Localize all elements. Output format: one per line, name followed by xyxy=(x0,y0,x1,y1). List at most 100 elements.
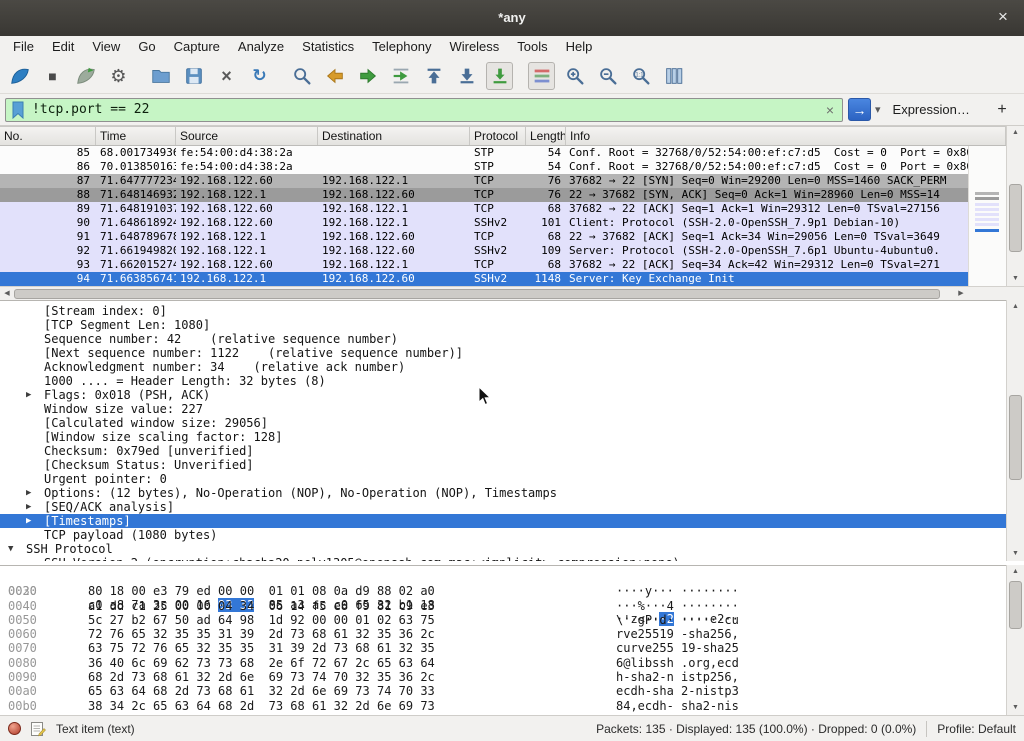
detail-row[interactable]: Urgent pointer: 0 xyxy=(0,472,1006,486)
open-file-button[interactable] xyxy=(147,62,174,90)
scroll-down-icon[interactable]: ▼ xyxy=(1007,547,1024,561)
detail-row[interactable]: [Stream index: 0] xyxy=(0,304,1006,318)
scroll-up-icon[interactable]: ▲ xyxy=(1007,565,1024,579)
expander-icon[interactable]: ▶ xyxy=(26,514,31,528)
expander-icon[interactable]: ▶ xyxy=(26,500,31,514)
scroll-down-icon[interactable]: ▼ xyxy=(1007,701,1024,715)
menu-analyze[interactable]: Analyze xyxy=(229,36,293,58)
detail-row-seq-ack[interactable]: ▶[SEQ/ACK analysis] xyxy=(0,500,1006,514)
hex-ascii[interactable]: rve25519 -sha256, xyxy=(616,627,739,641)
hex-row-0020[interactable]: 0020 c0 a8 7a 3c 00 16 93 32 85 a3 ac c0… xyxy=(0,570,1006,584)
detail-row[interactable]: Sequence number: 42 (relative sequence n… xyxy=(0,332,1006,346)
titlebar[interactable]: *any × xyxy=(0,0,1024,36)
scroll-up-icon[interactable]: ▲ xyxy=(1007,300,1024,314)
packet-row-93[interactable]: 9371.662015274192.168.122.60192.168.122.… xyxy=(0,258,968,272)
status-profile[interactable]: Profile: Default xyxy=(937,722,1016,736)
detail-row-timestamps-selected[interactable]: ▶[Timestamps] xyxy=(0,514,1006,528)
go-to-bottom-button[interactable] xyxy=(453,62,480,90)
detail-row-options[interactable]: ▶Options: (12 bytes), No-Operation (NOP)… xyxy=(0,486,1006,500)
hex-bytes[interactable]: 68 2d 73 68 61 32 2d 6e 69 73 74 70 32 3… xyxy=(88,670,435,684)
scroll-down-icon[interactable]: ▼ xyxy=(1007,272,1024,286)
packet-list-hscroll-thumb[interactable] xyxy=(14,289,940,299)
detail-row[interactable]: [Checksum Status: Unverified] xyxy=(0,458,1006,472)
detail-row[interactable]: Checksum: 0x79ed [unverified] xyxy=(0,444,1006,458)
packet-list-hscrollbar[interactable]: ◀ ▶ xyxy=(0,286,968,300)
detail-row[interactable]: [Calculated window size: 29056] xyxy=(0,416,1006,430)
packet-list-scroll-thumb[interactable] xyxy=(1009,184,1022,252)
hex-bytes[interactable]: 80 18 00 e3 79 ed 00 00 01 01 08 0a d9 8… xyxy=(88,584,435,598)
hex-ascii[interactable]: 84,ecdh- sha2-nis xyxy=(616,699,739,713)
packet-row-88[interactable]: 8871.648146932192.168.122.1192.168.122.6… xyxy=(0,188,968,202)
detail-row-flags[interactable]: ▶Flags: 0x018 (PSH, ACK) xyxy=(0,388,1006,402)
close-file-button[interactable]: × xyxy=(213,62,240,90)
menu-wireless[interactable]: Wireless xyxy=(440,36,508,58)
col-destination[interactable]: Destination xyxy=(318,127,470,145)
hex-row-00b0[interactable]: 00b038 34 2c 65 63 64 68 2d 73 68 61 32 … xyxy=(0,699,1006,713)
capture-comment-icon[interactable] xyxy=(30,721,46,737)
go-to-top-button[interactable] xyxy=(420,62,447,90)
hex-row-0060[interactable]: 006072 76 65 32 35 35 31 39 2d 73 68 61 … xyxy=(0,627,1006,641)
stop-capture-button[interactable]: ■ xyxy=(39,62,66,90)
expander-icon[interactable]: ▼ xyxy=(8,542,13,556)
detail-row[interactable]: SSH Version 2 (encryption:chacha20-poly1… xyxy=(0,556,1006,561)
hex-row-0090[interactable]: 009068 2d 73 68 61 32 2d 6e 69 73 74 70 … xyxy=(0,670,1006,684)
scroll-right-icon[interactable]: ▶ xyxy=(954,287,968,300)
packet-list-vscrollbar[interactable]: ▲ ▼ xyxy=(1006,126,1024,286)
restart-capture-button[interactable] xyxy=(72,62,99,90)
packet-row-89[interactable]: 8971.648191037192.168.122.60192.168.122.… xyxy=(0,202,968,216)
scroll-left-icon[interactable]: ◀ xyxy=(0,287,14,300)
detail-row[interactable]: 1000 .... = Header Length: 32 bytes (8) xyxy=(0,374,1006,388)
expander-icon[interactable]: ▶ xyxy=(26,388,31,402)
go-to-packet-button[interactable] xyxy=(387,62,414,90)
expert-info-icon[interactable] xyxy=(8,722,21,735)
hex-row-00a0[interactable]: 00a065 63 64 68 2d 73 68 61 32 2d 6e 69 … xyxy=(0,684,1006,698)
packet-row-86[interactable]: 8670.013850163fe:54:00:d4:38:2aSTP54Conf… xyxy=(0,160,968,174)
detail-row[interactable]: Acknowledgment number: 34 (relative ack … xyxy=(0,360,1006,374)
detail-row[interactable]: Window size value: 227 xyxy=(0,402,1006,416)
hex-vscrollbar[interactable]: ▲ ▼ xyxy=(1006,565,1024,715)
detail-row-ssh-protocol[interactable]: ▼SSH Protocol xyxy=(0,542,1006,556)
hex-scroll-thumb[interactable] xyxy=(1009,581,1022,629)
hex-ascii[interactable]: curve255 19-sha25 xyxy=(616,641,739,655)
filter-bookmark-icon[interactable] xyxy=(11,101,25,119)
hex-row-0070[interactable]: 007063 75 72 76 65 32 35 35 31 39 2d 73 … xyxy=(0,641,1006,655)
packet-row-87[interactable]: 8771.647777234192.168.122.60192.168.122.… xyxy=(0,174,968,188)
menu-telephony[interactable]: Telephony xyxy=(363,36,440,58)
hex-ascii[interactable]: \'·gP·d· ······cu xyxy=(616,613,739,627)
zoom-out-button[interactable] xyxy=(594,62,621,90)
packet-list-minimap[interactable] xyxy=(968,146,1006,286)
packet-row-90[interactable]: 9071.648618924192.168.122.60192.168.122.… xyxy=(0,216,968,230)
detail-row[interactable]: [Window size scaling factor: 128] xyxy=(0,430,1006,444)
expression-button[interactable]: Expression… xyxy=(893,102,970,117)
hex-ascii[interactable]: ····y··· ········ xyxy=(616,584,739,598)
packet-row-92[interactable]: 9271.661949820192.168.122.1192.168.122.6… xyxy=(0,244,968,258)
hex-ascii[interactable]: ecdh-sha 2-nistp3 xyxy=(616,684,739,698)
detail-row[interactable]: [Next sequence number: 1122 (relative se… xyxy=(0,346,1006,360)
menu-tools[interactable]: Tools xyxy=(508,36,556,58)
save-file-button[interactable] xyxy=(180,62,207,90)
details-vscrollbar[interactable]: ▲ ▼ xyxy=(1006,300,1024,561)
col-time[interactable]: Time xyxy=(96,127,176,145)
hex-bytes[interactable]: 63 75 72 76 65 32 35 35 31 39 2d 73 68 6… xyxy=(88,641,435,655)
detail-row[interactable]: TCP payload (1080 bytes) xyxy=(0,528,1006,542)
expander-icon[interactable]: ▶ xyxy=(26,486,31,500)
filter-apply-button[interactable]: → xyxy=(848,98,871,121)
menu-view[interactable]: View xyxy=(83,36,129,58)
packet-row-85[interactable]: 8568.001734936fe:54:00:d4:38:2aSTP54Conf… xyxy=(0,146,968,160)
menu-go[interactable]: Go xyxy=(129,36,164,58)
display-filter-field[interactable]: × xyxy=(5,98,843,122)
menu-edit[interactable]: Edit xyxy=(43,36,83,58)
hex-ascii[interactable]: h-sha2-n istp256, xyxy=(616,670,739,684)
col-length[interactable]: Length xyxy=(526,127,566,145)
hex-bytes[interactable]: a1 dd c1 25 00 00 04 34 06 14 f5 e8 f9 8… xyxy=(88,599,435,613)
find-packet-button[interactable] xyxy=(288,62,315,90)
hex-bytes[interactable]: 36 40 6c 69 62 73 73 68 2e 6f 72 67 2c 6… xyxy=(88,656,435,670)
col-source[interactable]: Source xyxy=(176,127,318,145)
resize-columns-button[interactable] xyxy=(660,62,687,90)
hex-row-0080[interactable]: 008036 40 6c 69 62 73 73 68 2e 6f 72 67 … xyxy=(0,656,1006,670)
hex-row-0030[interactable]: 003080 18 00 e3 79 ed 00 00 01 01 08 0a … xyxy=(0,584,1006,598)
zoom-reset-button[interactable]: 1:1 xyxy=(627,62,654,90)
go-back-button[interactable] xyxy=(321,62,348,90)
hex-ascii[interactable]: ···%···4 ········ xyxy=(616,599,739,613)
window-close-button[interactable]: × xyxy=(992,6,1014,28)
